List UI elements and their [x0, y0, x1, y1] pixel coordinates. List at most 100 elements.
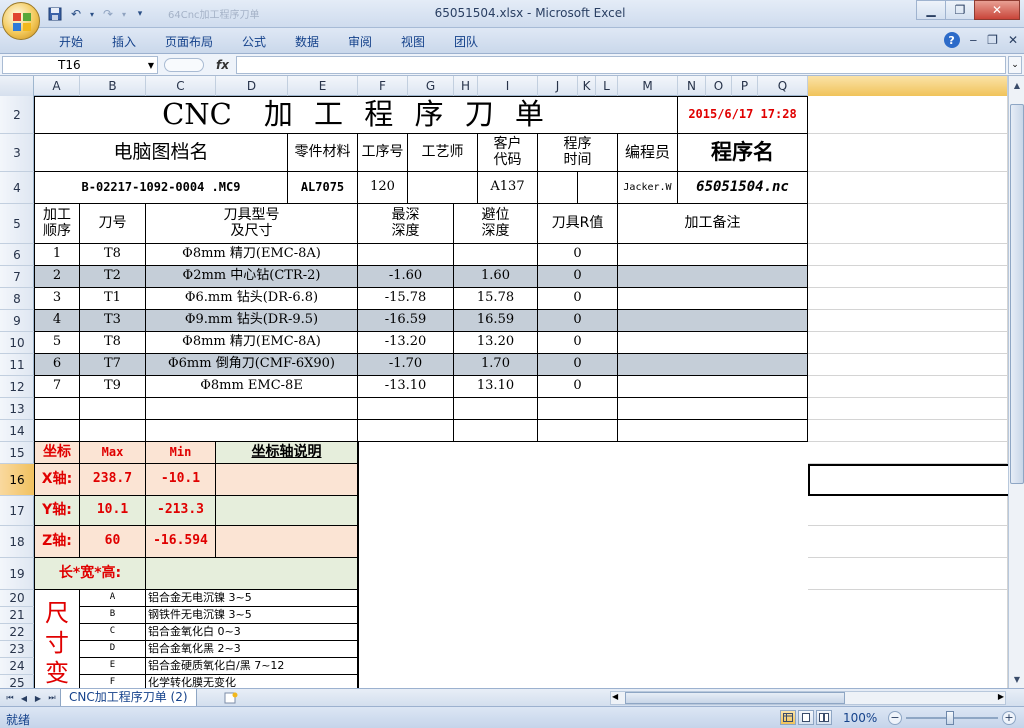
axis-max-cell[interactable]: 60 — [80, 526, 146, 558]
program-name-cell[interactable]: 65051504.nc — [678, 172, 808, 204]
empty-cell[interactable] — [808, 526, 1008, 558]
empty-cell[interactable] — [80, 398, 146, 420]
vertical-scrollbar[interactable]: ▲ ▼ — [1008, 76, 1024, 688]
col-header-f[interactable]: F — [358, 76, 408, 96]
tool-spec-cell[interactable]: Φ8mm EMC-8E — [146, 376, 358, 398]
empty-cell[interactable] — [808, 310, 1008, 332]
seq-cell[interactable]: 4 — [34, 310, 80, 332]
axis-name-cell[interactable]: Z轴: — [34, 526, 80, 558]
empty-cell[interactable] — [454, 420, 538, 442]
tool-no-cell[interactable]: T1 — [80, 288, 146, 310]
tool-no-cell[interactable]: T7 — [80, 354, 146, 376]
empty-cell[interactable] — [808, 354, 1008, 376]
empty-cell[interactable] — [808, 442, 1008, 464]
r-value-cell[interactable]: 0 — [538, 244, 618, 266]
remark-cell[interactable] — [618, 376, 808, 398]
prev-sheet-icon[interactable]: ◀ — [18, 691, 30, 705]
selected-cell-t16[interactable] — [808, 464, 1008, 496]
depth-cell[interactable] — [358, 244, 454, 266]
finish-code-cell[interactable]: C — [80, 624, 146, 641]
finish-desc-cell[interactable]: 铝合金无电沉镍 3~5 — [146, 590, 358, 607]
axis-min-header[interactable]: Min — [146, 442, 216, 464]
customer-code-header[interactable]: 客户 代码 — [478, 134, 538, 172]
clearance-cell[interactable]: 16.59 — [454, 310, 538, 332]
depth-cell[interactable]: -13.20 — [358, 332, 454, 354]
seq-cell[interactable]: 2 — [34, 266, 80, 288]
row-header-19[interactable]: 19 — [0, 558, 34, 590]
col-header-i[interactable]: I — [478, 76, 538, 96]
axis-min-cell[interactable]: -10.1 — [146, 464, 216, 496]
depth-cell[interactable]: -16.59 — [358, 310, 454, 332]
row-header-25[interactable]: 25 — [0, 675, 34, 688]
empty-cell[interactable] — [454, 398, 538, 420]
empty-cell[interactable] — [358, 420, 454, 442]
row-header-13[interactable]: 13 — [0, 398, 34, 420]
zoom-level[interactable]: 100% — [843, 711, 877, 725]
technologist-cell[interactable] — [408, 172, 478, 204]
page-break-view-icon[interactable] — [816, 710, 832, 725]
row-header-18[interactable]: 18 — [0, 526, 34, 558]
customer-code-cell[interactable]: A137 — [478, 172, 538, 204]
row-header-4[interactable]: 4 — [0, 172, 34, 204]
finish-desc-cell[interactable]: 铝合金氧化黑 2~3 — [146, 641, 358, 658]
row-header-17[interactable]: 17 — [0, 496, 34, 526]
process-no-header[interactable]: 工序号 — [358, 134, 408, 172]
col-header-o[interactable]: O — [706, 76, 732, 96]
name-box[interactable]: T16 — [2, 56, 158, 74]
normal-view-icon[interactable] — [780, 710, 796, 725]
empty-cell[interactable] — [808, 266, 1008, 288]
tool-no-cell[interactable]: T8 — [80, 244, 146, 266]
scroll-up-icon[interactable]: ▲ — [1010, 78, 1024, 92]
col-header-g[interactable]: G — [408, 76, 454, 96]
horizontal-scroll-thumb[interactable] — [625, 692, 845, 704]
col-header-j[interactable]: J — [538, 76, 578, 96]
row-header-15[interactable]: 15 — [0, 442, 34, 464]
select-all-corner[interactable] — [0, 76, 34, 96]
material-cell[interactable]: AL7075 — [288, 172, 358, 204]
r-value-cell[interactable]: 0 — [538, 354, 618, 376]
axis-desc-cell[interactable] — [216, 496, 358, 526]
tab-team[interactable]: 团队 — [454, 33, 478, 50]
tool-no-cell[interactable]: T9 — [80, 376, 146, 398]
col-header-n[interactable]: N — [678, 76, 706, 96]
col-header-m[interactable]: M — [618, 76, 678, 96]
insert-sheet-icon[interactable] — [222, 690, 240, 706]
datetime-cell[interactable]: 2015/6/17 17:28 — [678, 96, 808, 134]
empty-cell[interactable] — [808, 590, 1008, 688]
empty-cell[interactable] — [808, 96, 1008, 134]
depth-cell[interactable]: -1.60 — [358, 266, 454, 288]
restore-icon[interactable]: ❐ — [945, 0, 975, 20]
row-header-5[interactable]: 5 — [0, 204, 34, 244]
axis-max-header[interactable]: Max — [80, 442, 146, 464]
zoom-out-icon[interactable]: − — [888, 711, 902, 725]
max-depth-header[interactable]: 最深 深度 — [358, 204, 454, 244]
finish-code-cell[interactable]: B — [80, 607, 146, 624]
remark-cell[interactable] — [618, 332, 808, 354]
axis-min-cell[interactable]: -16.594 — [146, 526, 216, 558]
seq-cell[interactable]: 5 — [34, 332, 80, 354]
empty-cell[interactable] — [618, 398, 808, 420]
depth-cell[interactable]: -1.70 — [358, 354, 454, 376]
empty-cell[interactable] — [808, 244, 1008, 266]
redo-dropdown-icon[interactable]: ▾ — [120, 5, 128, 23]
tool-spec-cell[interactable]: Φ2mm 中心钻(CTR-2) — [146, 266, 358, 288]
seq-cell[interactable]: 1 — [34, 244, 80, 266]
redo-icon[interactable]: ↷ — [99, 5, 117, 23]
drawing-file-cell[interactable]: B-02217-1092-0004 .MC9 — [34, 172, 288, 204]
r-value-header[interactable]: 刀具R值 — [538, 204, 618, 244]
program-time-cell-2[interactable] — [578, 172, 618, 204]
empty-cell[interactable] — [34, 398, 80, 420]
axis-max-cell[interactable]: 10.1 — [80, 496, 146, 526]
vertical-scroll-thumb[interactable] — [1010, 104, 1024, 484]
drawing-name-header[interactable]: 电脑图档名 — [34, 134, 288, 172]
empty-cell[interactable] — [34, 420, 80, 442]
finish-code-cell[interactable]: F — [80, 675, 146, 688]
empty-cell[interactable] — [808, 172, 1008, 204]
empty-cell[interactable] — [808, 398, 1008, 420]
finish-code-cell[interactable]: E — [80, 658, 146, 675]
tab-data[interactable]: 数据 — [295, 33, 319, 50]
tab-view[interactable]: 视图 — [401, 33, 425, 50]
empty-cell[interactable] — [808, 420, 1008, 442]
finish-desc-cell[interactable]: 铝合金硬质氧化白/黑 7~12 — [146, 658, 358, 675]
col-header-a[interactable]: A — [34, 76, 80, 96]
